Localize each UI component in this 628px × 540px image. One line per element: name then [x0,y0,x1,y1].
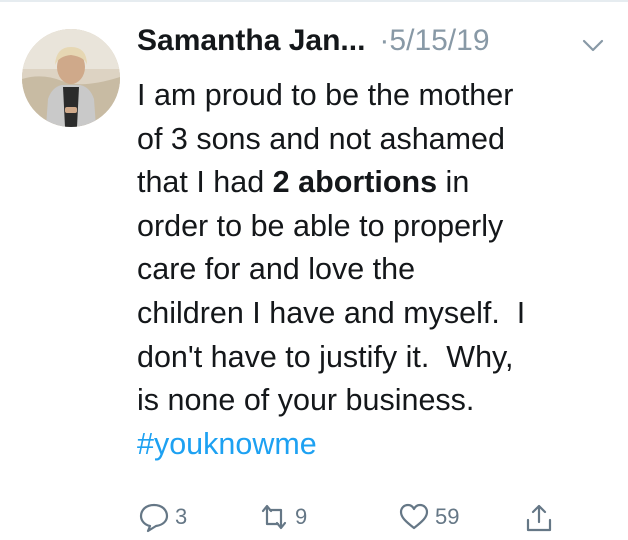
top-divider [0,0,628,2]
heart-icon [399,503,429,530]
hashtag-link[interactable]: #youknowme [137,427,317,461]
text-segment: that I had [137,165,273,200]
retweet-count: 9 [295,504,308,529]
chevron-down-icon[interactable] [582,38,604,54]
tweet-text-line: children I have and myself. I [137,292,607,336]
avatar-photo [22,29,120,127]
text-segment: in [437,165,470,200]
share-button[interactable] [522,500,560,534]
text-segment: care for and love the [137,252,416,287]
text-segment: is none of your business. [137,383,475,418]
tweet-text-line: of 3 sons and not ashamed [137,118,607,162]
share-icon [526,504,552,532]
text-segment: I am proud to be the mother [137,78,514,112]
tweet-date[interactable]: 5/15/19 [389,24,489,57]
like-button[interactable]: 59 [397,500,459,534]
avatar[interactable] [22,29,120,127]
meta-separator: · [379,24,390,57]
tweet-text-line: I am proud to be the mother [137,74,607,118]
reply-button[interactable]: 3 [137,500,187,534]
text-segment: of 3 sons and not ashamed [137,121,505,156]
text-segment: order to be able to properly [137,208,504,243]
retweet-icon [261,504,287,530]
tweet-text-line: is none of your business. [137,379,607,423]
text-segment: children I have and myself. I [137,295,526,330]
tweet-text-line: order to be able to properly [137,205,607,249]
tweet-header: Samantha Jan... ·5/15/19 [137,24,607,68]
tweet-text: I am proud to be the mother of 3 sons and… [137,74,607,466]
tweet-text-line: don't have to justify it. Why, [137,336,607,380]
tweet-text-line: care for and love the [137,248,607,292]
tweet-actions: 3 9 59 [137,500,617,540]
tweet-text-line: #youknowme [137,423,607,467]
author-name[interactable]: Samantha Jan... [137,24,365,57]
tweet-text-line: that I had 2 abortions in [137,161,607,205]
reply-count: 3 [175,504,188,529]
text-segment: don't have to justify it. Why, [137,339,514,374]
retweet-button[interactable]: 9 [257,500,307,534]
bold-text: 2 abortions [272,165,438,200]
reply-icon [139,503,169,533]
like-count: 59 [435,504,460,529]
